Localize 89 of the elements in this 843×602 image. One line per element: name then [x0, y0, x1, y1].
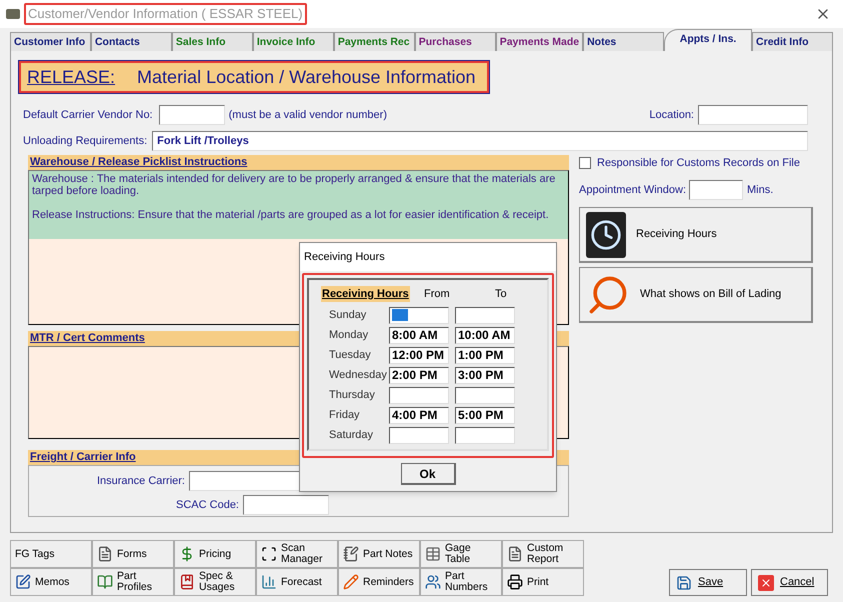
- instructions-text[interactable]: Warehouse : The materials intended for delivery are to be properly arranged & ensure that the materials are tarped before loading. Release Instructions: Ensure that the material /parts are grouped as a lot for easier identification & receipt.: [29, 171, 568, 239]
- clock-icon: [586, 212, 626, 258]
- location-field[interactable]: [698, 105, 808, 125]
- app-icon: [6, 9, 20, 19]
- toolbar-icon: [425, 574, 441, 590]
- hint-text: (must be a valid vendor number): [228, 108, 387, 123]
- tab[interactable]: Purchases: [414, 32, 496, 51]
- toolbar-button[interactable]: Part Profiles: [92, 568, 174, 596]
- toolbar-button[interactable]: Part Numbers: [420, 568, 502, 596]
- tab[interactable]: Contacts: [90, 32, 172, 51]
- time-field[interactable]: [389, 386, 449, 404]
- banner-label: RELEASE:: [27, 66, 116, 88]
- day-label: Thursday: [328, 388, 376, 403]
- unit-label: Mins.: [747, 182, 774, 198]
- day-label: Sunday: [328, 308, 368, 323]
- day-label: Saturday: [328, 428, 374, 443]
- tab[interactable]: Customer Info: [10, 32, 91, 51]
- appointment-field[interactable]: [689, 180, 743, 200]
- field-label: Appointment Window:: [579, 182, 686, 198]
- tab[interactable]: Payments Rec: [334, 32, 415, 51]
- toolbar-button[interactable]: Pricing: [174, 540, 256, 568]
- time-field[interactable]: 10:00 AM: [455, 326, 515, 344]
- toolbar-icon: [97, 546, 113, 562]
- toolbar-button[interactable]: Reminders: [338, 568, 420, 596]
- toolbar-icon: [261, 546, 277, 562]
- time-field[interactable]: 1:00 PM: [455, 346, 515, 364]
- tab[interactable]: Sales Info: [172, 32, 253, 51]
- day-label: Tuesday: [328, 348, 372, 363]
- dialog-heading: Receiving Hours: [321, 286, 410, 302]
- time-field[interactable]: [455, 386, 515, 404]
- toolbar-icon: [425, 546, 441, 562]
- section-heading: Warehouse / Release Picklist Instructions: [28, 155, 569, 170]
- save-button[interactable]: Save: [669, 569, 747, 596]
- time-field[interactable]: 12:00 PM: [389, 346, 449, 364]
- toolbar-icon: [343, 546, 359, 562]
- tab[interactable]: Appts / Ins.: [664, 29, 752, 51]
- day-label: Wednesday: [328, 368, 388, 383]
- banner-title: Material Location / Warehouse Information: [137, 66, 476, 88]
- field-label: Insurance Carrier:: [96, 474, 185, 489]
- ok-button[interactable]: Ok: [400, 463, 456, 485]
- toolbar-button[interactable]: Gage Table: [420, 540, 502, 568]
- time-field[interactable]: 8:00 AM: [389, 326, 449, 344]
- window-title: Customer/Vendor Information ( ESSAR STEEL): [24, 3, 307, 25]
- field-label: Default Carrier Vendor No:: [23, 108, 153, 123]
- checkbox-label: Responsible for Customs Records on File: [597, 156, 800, 171]
- toolbar-icon: [343, 574, 359, 590]
- toolbar-button[interactable]: Print: [502, 568, 584, 596]
- column-label: To: [494, 286, 508, 302]
- time-field[interactable]: [455, 306, 515, 324]
- vendor-number-field[interactable]: [158, 105, 225, 125]
- toolbar-icon: [97, 574, 113, 590]
- time-field[interactable]: 2:00 PM: [389, 366, 449, 384]
- text-field[interactable]: [243, 495, 329, 515]
- toolbar-button[interactable]: Custom Report: [502, 540, 584, 568]
- toolbar-icon: [507, 546, 523, 562]
- unloading-field[interactable]: Fork Lift /Trolleys: [152, 131, 808, 151]
- cancel-button[interactable]: Cancel: [751, 569, 828, 596]
- action-button[interactable]: Receiving Hours: [579, 207, 813, 263]
- toolbar-button[interactable]: Part Notes: [338, 540, 420, 568]
- time-field[interactable]: 3:00 PM: [455, 366, 515, 384]
- toolbar-button[interactable]: Spec & Usages: [174, 568, 256, 596]
- column-label: From: [422, 286, 451, 302]
- time-field[interactable]: [389, 306, 449, 324]
- toolbar-button[interactable]: Forecast: [256, 568, 338, 596]
- toolbar-icon: [15, 574, 31, 590]
- time-field[interactable]: [455, 426, 515, 444]
- field-label: Location:: [649, 108, 694, 123]
- tab[interactable]: Credit Info: [752, 32, 833, 51]
- day-label: Friday: [328, 408, 361, 423]
- toolbar-button[interactable]: Forms: [92, 540, 174, 568]
- toolbar-icon: [261, 574, 277, 590]
- action-button[interactable]: What shows on Bill of Lading: [579, 267, 813, 323]
- tab[interactable]: Invoice Info: [252, 32, 334, 51]
- toolbar-button[interactable]: Memos: [10, 568, 92, 596]
- checkbox[interactable]: [579, 157, 591, 169]
- toolbar-button[interactable]: Scan Manager: [256, 540, 338, 568]
- toolbar-button[interactable]: FG Tags: [10, 540, 92, 568]
- tab[interactable]: Payments Made: [496, 32, 584, 51]
- time-field[interactable]: 4:00 PM: [389, 406, 449, 424]
- floppy-icon: [676, 574, 692, 590]
- toolbar-icon: [179, 574, 195, 590]
- field-label: SCAC Code:: [176, 498, 239, 513]
- time-field[interactable]: [389, 426, 449, 444]
- dialog-title: Receiving Hours: [304, 250, 385, 265]
- close-icon: [758, 574, 774, 590]
- tab[interactable]: Notes: [583, 32, 664, 51]
- field-label: Unloading Requirements:: [23, 134, 148, 149]
- toolbar-icon: [507, 574, 523, 590]
- time-field[interactable]: 5:00 PM: [455, 406, 515, 424]
